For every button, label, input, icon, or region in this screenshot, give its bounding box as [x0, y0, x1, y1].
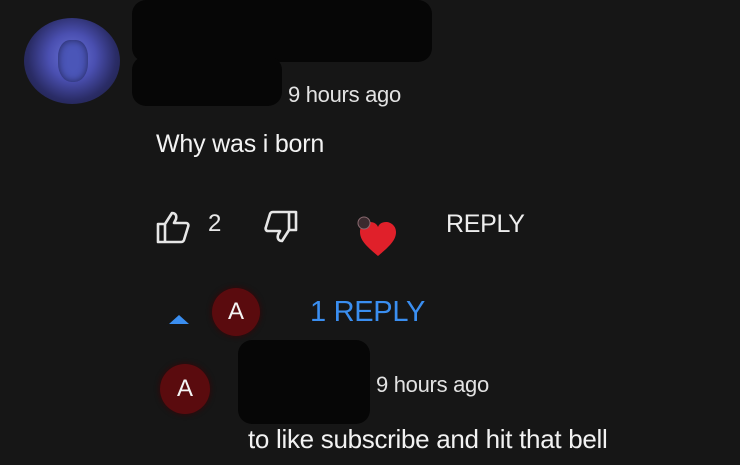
heart-icon: [357, 216, 396, 256]
avatar[interactable]: [24, 18, 120, 104]
creator-heart-button[interactable]: [352, 214, 404, 260]
caret-up-icon[interactable]: [166, 312, 192, 326]
avatar-face: [58, 40, 88, 82]
redacted-username-block: [132, 56, 282, 106]
reply-timestamp[interactable]: 9 hours ago: [376, 372, 489, 398]
reply-button[interactable]: REPLY: [446, 210, 525, 239]
dislike-button[interactable]: [262, 210, 300, 244]
like-count: 2: [208, 210, 222, 237]
like-button[interactable]: [154, 210, 192, 244]
thumbs-down-icon: [264, 210, 298, 243]
reply-text: to like subscribe and hit that bell: [248, 424, 608, 454]
comment-text: Why was i born: [156, 130, 325, 158]
redacted-reply-username: [238, 340, 370, 424]
creator-avatar: A: [212, 288, 260, 336]
reply-avatar[interactable]: A: [160, 364, 210, 414]
redacted-username: [132, 0, 432, 62]
comment-timestamp[interactable]: 9 hours ago: [288, 82, 401, 108]
thumbs-up-icon: [156, 211, 190, 244]
view-replies-button[interactable]: 1 REPLY: [310, 296, 425, 329]
